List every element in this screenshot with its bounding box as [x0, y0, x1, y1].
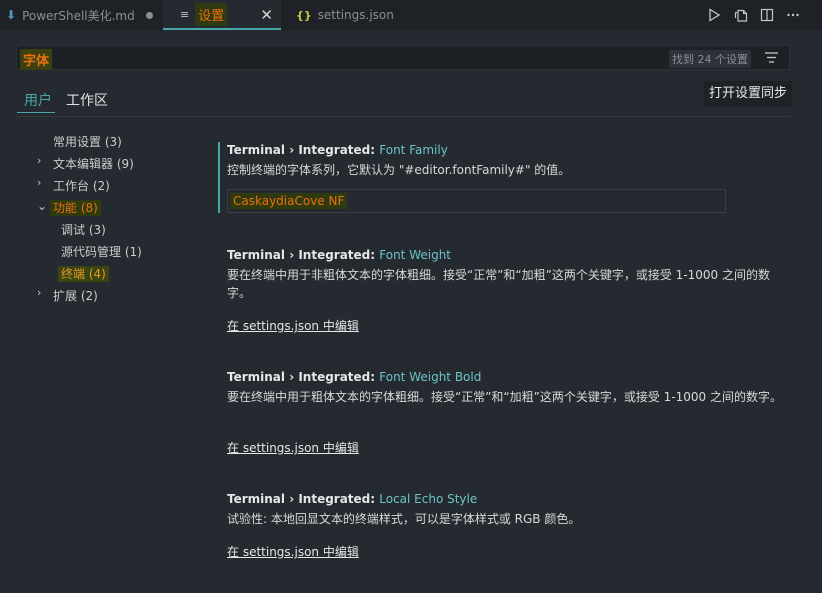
setting-title-font-weight: Terminal › Integrated: Font Weight	[227, 248, 451, 262]
setting-title-font-weight-bold: Terminal › Integrated: Font Weight Bold	[227, 370, 481, 384]
search-result-count: 找到 24 个设置	[669, 50, 751, 68]
filter-icon[interactable]	[763, 49, 780, 66]
edit-in-settings-json-link[interactable]: 在 settings.json 中编辑	[227, 439, 359, 456]
font-family-input[interactable]: CaskaydiaCove NF	[227, 189, 726, 213]
setting-description: 要在终端中用于粗体文本的字体粗细。接受“正常”和“加粗”这两个关键字，或接受 1…	[227, 390, 783, 404]
search-value: 字体	[20, 49, 53, 70]
toc-label: 源代码管理 (1)	[61, 245, 142, 259]
arrow-down-icon: ⬇	[6, 8, 17, 22]
more-actions-icon[interactable]	[784, 6, 802, 24]
setting-key: Font Weight	[379, 248, 451, 262]
tab-label: settings.json	[317, 8, 394, 22]
editor-tab-bar: ⬇ PowerShell美化.md ≡ 设置 ✕ {} settings.jso…	[0, 0, 822, 30]
close-icon[interactable]: ✕	[260, 6, 273, 24]
setting-category: Terminal › Integrated:	[227, 248, 380, 262]
divider	[16, 116, 790, 117]
chevron-down-icon: ⌄	[37, 199, 48, 213]
tab-workspace-scope[interactable]: 工作区	[66, 90, 108, 110]
open-settings-sync-button[interactable]: 打开设置同步	[704, 81, 793, 107]
setting-title-font-family: Terminal › Integrated: Font Family	[227, 143, 448, 157]
edit-in-settings-json-link[interactable]: 在 settings.json 中编辑	[227, 543, 359, 560]
toc-item-common[interactable]: 常用设置 (3)	[53, 133, 122, 150]
toc-item-scm[interactable]: 源代码管理 (1)	[61, 243, 142, 260]
run-icon[interactable]	[705, 6, 723, 24]
settings-search-input[interactable]: 字体 找到 24 个设置	[16, 45, 790, 70]
setting-key: Font Weight Bold	[379, 370, 482, 384]
json-braces-icon: {}	[296, 8, 312, 22]
setting-category: Terminal › Integrated:	[227, 143, 380, 157]
chevron-right-icon: ›	[37, 286, 42, 299]
toc-item-extensions[interactable]: › 扩展 (2)	[37, 286, 98, 304]
toc-item-workbench[interactable]: › 工作台 (2)	[37, 176, 110, 194]
setting-category: Terminal › Integrated:	[227, 492, 380, 506]
split-editor-icon[interactable]	[758, 6, 776, 24]
toc-label: 扩展 (2)	[53, 289, 98, 303]
toc-item-terminal[interactable]: 终端 (4)	[58, 265, 109, 282]
setting-description: 试验性: 本地回显文本的终端样式，可以是字体样式或 RGB 颜色。	[227, 512, 581, 526]
toc-label: 调试 (3)	[61, 223, 106, 237]
setting-description: 要在终端中用于非粗体文本的字体粗细。接受“正常”和“加粗”这两个关键字，或接受 …	[227, 268, 771, 300]
chevron-right-icon: ›	[37, 176, 42, 189]
setting-key: Font Family	[379, 143, 448, 157]
unsaved-dot-icon	[145, 11, 153, 19]
input-value: CaskaydiaCove NF	[230, 193, 348, 209]
tab-settings[interactable]: ≡ 设置 ✕	[163, 0, 281, 30]
toc-label: 功能 (8)	[50, 200, 101, 216]
settings-list-icon: ≡	[180, 7, 190, 21]
tab-label: 设置	[195, 2, 228, 26]
tab-label: PowerShell美化.md	[22, 8, 135, 23]
setting-description: 控制终端的字体系列，它默认为 "#editor.fontFamily#" 的值。	[227, 163, 571, 177]
active-scope-indicator	[17, 112, 55, 113]
toc-label: 工作台 (2)	[53, 179, 110, 193]
toc-item-debug[interactable]: 调试 (3)	[61, 221, 106, 238]
toc-item-features[interactable]: ⌄ 功能 (8)	[37, 199, 101, 216]
open-settings-json-icon[interactable]	[732, 6, 750, 24]
setting-category: Terminal › Integrated:	[227, 370, 380, 384]
toc-label: 常用设置 (3)	[53, 135, 122, 149]
setting-title-local-echo-style: Terminal › Integrated: Local Echo Style	[227, 492, 477, 506]
tab-powershell-md[interactable]: ⬇ PowerShell美化.md	[6, 0, 153, 30]
setting-key: Local Echo Style	[379, 492, 478, 506]
toc-label: 终端 (4)	[58, 266, 109, 282]
focused-setting-indicator	[218, 142, 220, 213]
tab-settings-json[interactable]: {} settings.json	[296, 0, 394, 30]
edit-in-settings-json-link[interactable]: 在 settings.json 中编辑	[227, 317, 359, 334]
toc-label: 文本编辑器 (9)	[53, 157, 134, 171]
tab-user-scope[interactable]: 用户	[24, 90, 52, 110]
chevron-right-icon: ›	[37, 154, 42, 167]
toc-item-text-editor[interactable]: › 文本编辑器 (9)	[37, 154, 134, 172]
